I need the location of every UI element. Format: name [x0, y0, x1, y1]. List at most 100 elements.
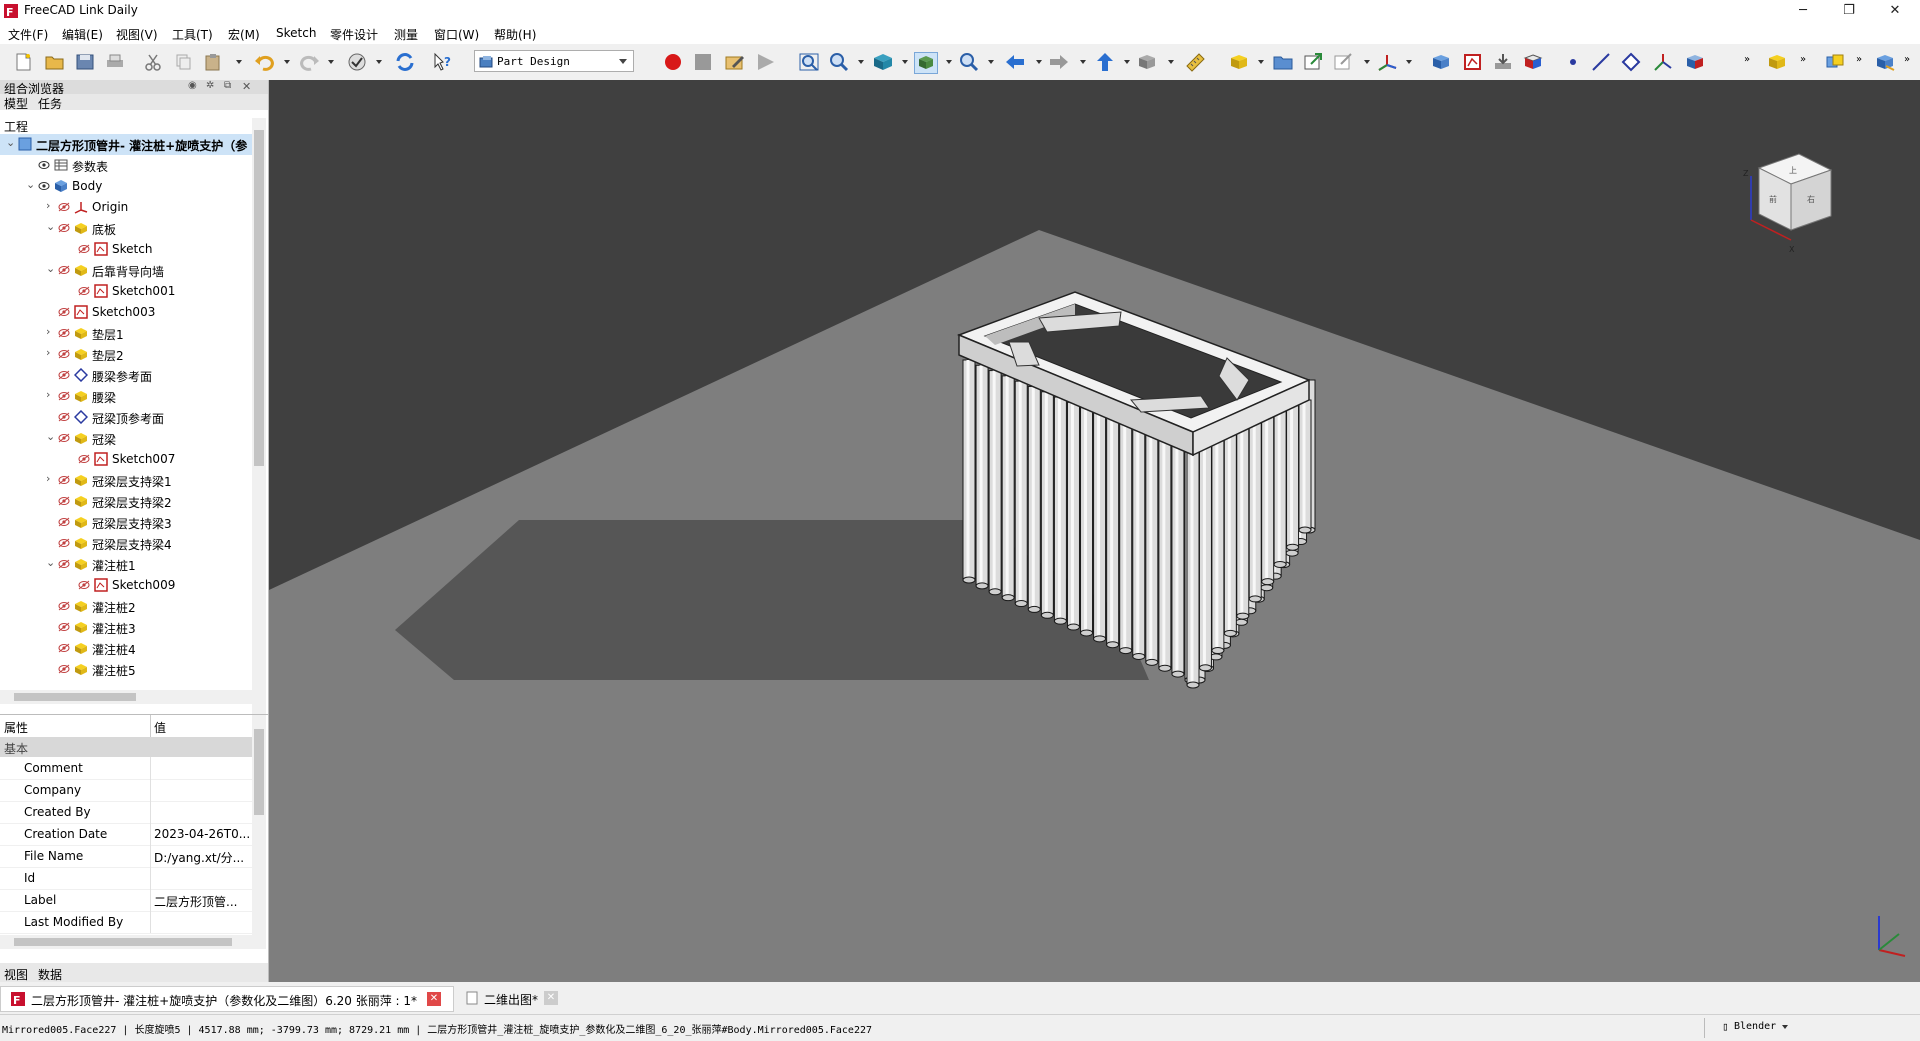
- tree-item[interactable]: 冠梁顶参考面: [0, 407, 252, 428]
- menu-measure[interactable]: 测量: [394, 26, 418, 43]
- tree-item[interactable]: 冠梁层支持梁4: [0, 533, 252, 554]
- pile[interactable]: [1236, 428, 1250, 620]
- tree-item[interactable]: › 腰梁: [0, 386, 252, 407]
- panel-settings-icon[interactable]: ✲: [206, 80, 214, 91]
- nav-up-dropdown-icon[interactable]: [1124, 60, 1130, 64]
- draw-style-icon[interactable]: [872, 52, 894, 72]
- tree-item[interactable]: 灌注桩4: [0, 638, 252, 659]
- pad-icon[interactable]: [1766, 52, 1788, 72]
- menu-window[interactable]: 窗口(W): [434, 26, 479, 43]
- property-row[interactable]: Comment: [0, 757, 252, 780]
- visibility-eye-icon[interactable]: [38, 181, 50, 191]
- hidden-eye-icon[interactable]: [58, 559, 70, 569]
- pile[interactable]: [1053, 396, 1067, 625]
- chevron-down-icon[interactable]: ⌄: [46, 430, 55, 443]
- pile[interactable]: [988, 370, 1002, 596]
- chevron-right-icon[interactable]: ›: [46, 325, 50, 338]
- property-row[interactable]: Id: [0, 867, 252, 890]
- hidden-eye-icon[interactable]: [58, 622, 70, 632]
- print-icon[interactable]: [104, 52, 126, 72]
- menu-view[interactable]: 视图(V): [116, 26, 158, 43]
- zoom-box-dropdown-icon[interactable]: [988, 60, 994, 64]
- chevron-right-icon[interactable]: ›: [46, 199, 50, 212]
- menu-macro[interactable]: 宏(M): [228, 26, 260, 43]
- chevron-down-icon[interactable]: ⌄: [26, 178, 35, 191]
- undo-icon[interactable]: [254, 52, 276, 72]
- navigation-cube[interactable]: 上 前 右 Z X: [1743, 153, 1833, 254]
- pile[interactable]: [1158, 438, 1172, 672]
- hidden-eye-icon[interactable]: [58, 370, 70, 380]
- property-value[interactable]: 二层方形顶管...: [154, 893, 237, 910]
- std-views-icon[interactable]: [914, 52, 938, 74]
- create-link-icon[interactable]: [1302, 52, 1324, 72]
- property-group-row[interactable]: 基本: [0, 737, 252, 757]
- property-scroll-thumb[interactable]: [254, 729, 264, 815]
- hidden-eye-icon[interactable]: [58, 202, 70, 212]
- hidden-eye-icon[interactable]: [58, 496, 70, 506]
- nav-style-dropdown-icon[interactable]: [1782, 1025, 1788, 1029]
- pile[interactable]: [1145, 433, 1159, 666]
- refresh-check-icon[interactable]: [346, 52, 368, 72]
- menu-help[interactable]: 帮助(H): [494, 26, 536, 43]
- nav-forward-icon[interactable]: [1048, 52, 1070, 72]
- hidden-eye-icon[interactable]: [58, 328, 70, 338]
- toolbar-overflow-3-icon[interactable]: »: [1856, 54, 1862, 65]
- property-value[interactable]: 2023-04-26T0...: [154, 827, 250, 841]
- redo-icon[interactable]: [298, 52, 320, 72]
- tab-tasks[interactable]: 任务: [38, 95, 62, 112]
- tree-item[interactable]: 腰梁参考面: [0, 365, 252, 386]
- tab-view[interactable]: 视图: [4, 966, 28, 983]
- fit-all-icon[interactable]: [798, 52, 820, 72]
- tree-item[interactable]: ⌄ Body: [0, 176, 252, 197]
- tree-item[interactable]: › 垫层2: [0, 344, 252, 365]
- pile[interactable]: [1261, 416, 1275, 586]
- measure-distance-icon[interactable]: [1184, 52, 1206, 72]
- tree-horizontal-scrollbar[interactable]: [0, 690, 252, 704]
- tree-item[interactable]: › Origin: [0, 197, 252, 218]
- tree-item[interactable]: Sketch: [0, 239, 252, 260]
- draw-style-dropdown-icon[interactable]: [902, 60, 908, 64]
- open-folder-icon[interactable]: [44, 52, 66, 72]
- hidden-eye-icon[interactable]: [58, 307, 70, 317]
- copy-icon[interactable]: [172, 52, 194, 72]
- tree-vertical-scrollbar[interactable]: [252, 118, 266, 714]
- whats-this-icon[interactable]: ?: [432, 52, 454, 72]
- hidden-eye-icon[interactable]: [58, 349, 70, 359]
- pile[interactable]: [1248, 422, 1262, 603]
- pile[interactable]: [1171, 444, 1185, 678]
- nav-back-icon[interactable]: [1004, 52, 1026, 72]
- nav-forward-dropdown-icon[interactable]: [1080, 60, 1086, 64]
- property-vertical-scrollbar[interactable]: [252, 715, 266, 949]
- tree-item[interactable]: ⌄ 后靠背导向墙: [0, 260, 252, 281]
- navcube-front-face[interactable]: 前: [1769, 194, 1777, 204]
- pile[interactable]: [1211, 439, 1225, 655]
- menu-edit[interactable]: 编辑(E): [62, 26, 103, 43]
- property-hscroll-thumb[interactable]: [14, 938, 232, 946]
- pile[interactable]: [1198, 445, 1212, 672]
- pile[interactable]: [1040, 391, 1054, 619]
- property-horizontal-scrollbar[interactable]: [0, 935, 252, 949]
- pile[interactable]: [1080, 407, 1094, 637]
- hidden-eye-icon[interactable]: [58, 664, 70, 674]
- hidden-eye-icon[interactable]: [78, 454, 90, 464]
- chevron-down-icon[interactable]: ⌄: [46, 262, 55, 275]
- tree-scroll-thumb[interactable]: [254, 130, 264, 466]
- paste-icon[interactable]: [202, 52, 224, 72]
- pile[interactable]: [1001, 375, 1015, 602]
- pile[interactable]: [1286, 405, 1300, 551]
- chevron-down-icon[interactable]: ⌄: [46, 220, 55, 233]
- link-box-icon[interactable]: [1136, 52, 1158, 72]
- tree-item[interactable]: 冠梁层支持梁3: [0, 512, 252, 533]
- datum-plane-icon[interactable]: [1620, 52, 1642, 72]
- property-row[interactable]: Creation Date 2023-04-26T0...: [0, 823, 252, 846]
- cut-icon[interactable]: [142, 52, 164, 72]
- property-row[interactable]: Created By: [0, 801, 252, 824]
- 3d-viewport[interactable]: 上 前 右 Z X: [269, 80, 1920, 982]
- hidden-eye-icon[interactable]: [78, 244, 90, 254]
- tree-item[interactable]: Sketch001: [0, 281, 252, 302]
- zoom-icon[interactable]: [828, 52, 850, 72]
- tree-item[interactable]: › 垫层1: [0, 323, 252, 344]
- tree-item[interactable]: Sketch003: [0, 302, 252, 323]
- hidden-eye-icon[interactable]: [78, 580, 90, 590]
- std-views-dropdown-icon[interactable]: [946, 60, 952, 64]
